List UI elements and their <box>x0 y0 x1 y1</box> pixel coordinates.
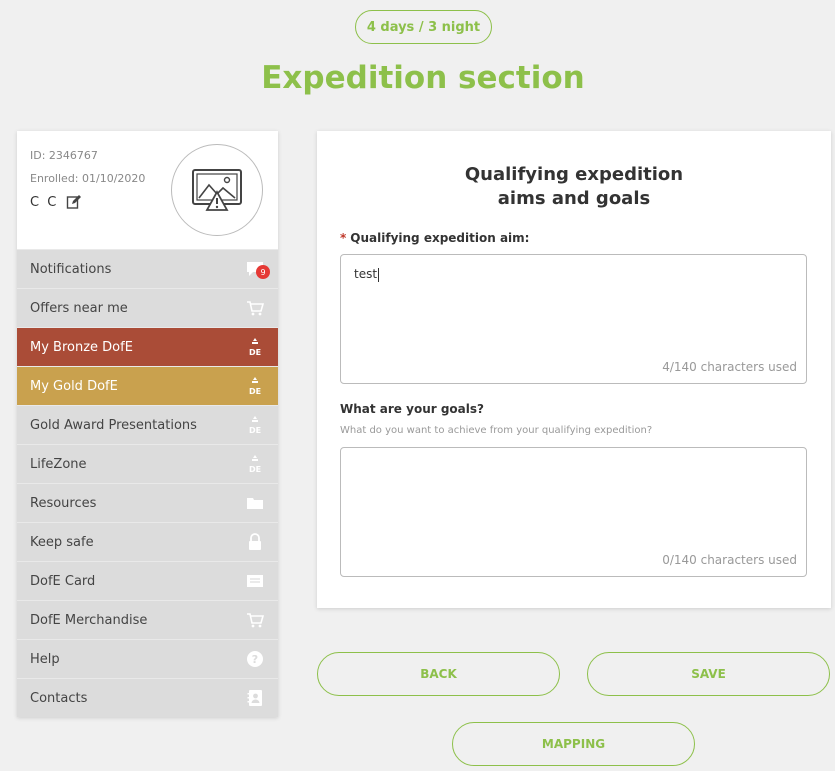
expedition-form-card: Qualifying expedition aims and goals * Qu… <box>317 131 831 608</box>
sidebar-item-keep-safe[interactable]: Keep safe <box>17 522 278 561</box>
help-icon: ? <box>245 649 265 669</box>
edit-icon[interactable] <box>66 194 82 210</box>
sidebar-item-offers[interactable]: Offers near me <box>17 288 278 327</box>
dofe-logo-icon: DE <box>245 454 265 474</box>
svg-text:DE: DE <box>249 387 261 396</box>
image-placeholder-icon <box>192 169 242 211</box>
sidebar-item-gold-award-presentations[interactable]: Gold Award Presentations DE <box>17 405 278 444</box>
svg-text:DE: DE <box>249 348 261 357</box>
sidebar-item-label: DofE Merchandise <box>30 612 148 628</box>
participant-name: C C <box>30 194 59 210</box>
svg-text:DE: DE <box>249 426 261 435</box>
dofe-logo-icon: DE <box>245 376 265 396</box>
sidebar-item-contacts[interactable]: Contacts <box>17 678 278 717</box>
sidebar-item-label: Offers near me <box>30 300 128 316</box>
dofe-logo-icon: DE <box>245 337 265 357</box>
profile-card: ID: 2346767 Enrolled: 01/10/2020 C C <box>17 131 278 249</box>
sidebar-item-label: Contacts <box>30 690 88 706</box>
sidebar-item-label: Keep safe <box>30 534 94 550</box>
sidebar-item-label: LifeZone <box>30 456 87 472</box>
aim-textarea[interactable]: test 4/140 characters used <box>340 254 807 384</box>
form-title-line-1: Qualifying expedition <box>464 164 684 185</box>
sidebar-item-label: Gold Award Presentations <box>30 417 197 433</box>
goals-label: What are your goals? <box>340 402 484 416</box>
sidebar-item-label: My Bronze DofE <box>30 339 133 355</box>
sidebar-item-label: Help <box>30 651 60 667</box>
form-title: Qualifying expedition aims and goals <box>317 163 831 211</box>
folder-icon <box>245 493 265 513</box>
dofe-logo-icon: DE <box>245 415 265 435</box>
goals-hint: What do you want to achieve from your qu… <box>340 425 653 436</box>
sidebar-item-notifications[interactable]: Notifications 9 <box>17 249 278 288</box>
sidebar: ID: 2346767 Enrolled: 01/10/2020 C C Not… <box>17 131 278 717</box>
text-caret <box>378 267 380 282</box>
sidebar-item-label: DofE Card <box>30 573 96 589</box>
sidebar-item-resources[interactable]: Resources <box>17 483 278 522</box>
contacts-icon <box>245 688 265 708</box>
cart-icon <box>245 610 265 630</box>
aim-value: test <box>354 267 378 281</box>
back-button[interactable]: BACK <box>317 652 560 696</box>
sidebar-item-label: Notifications <box>30 261 112 277</box>
notification-count-badge: 9 <box>256 265 270 279</box>
sidebar-item-lifezone[interactable]: LifeZone DE <box>17 444 278 483</box>
required-asterisk: * <box>340 231 347 245</box>
goals-character-counter: 0/140 characters used <box>662 553 797 567</box>
mapping-button[interactable]: MAPPING <box>452 722 695 766</box>
aim-label-text: Qualifying expedition aim: <box>350 231 530 245</box>
sidebar-item-help[interactable]: Help ? <box>17 639 278 678</box>
aim-character-counter: 4/140 characters used <box>662 360 797 374</box>
goals-textarea[interactable]: 0/140 characters used <box>340 447 807 577</box>
sidebar-item-label: Resources <box>30 495 97 511</box>
duration-badge: 4 days / 3 night <box>355 10 492 44</box>
lock-icon <box>245 532 265 552</box>
sidebar-item-dofe-card[interactable]: DofE Card <box>17 561 278 600</box>
svg-text:DE: DE <box>249 465 261 474</box>
chat-icon: 9 <box>245 259 270 279</box>
form-title-line-2: aims and goals <box>497 188 651 209</box>
sidebar-item-my-gold-dofe[interactable]: My Gold DofE DE <box>17 366 278 405</box>
sidebar-item-dofe-merchandise[interactable]: DofE Merchandise <box>17 600 278 639</box>
sidebar-item-label: My Gold DofE <box>30 378 118 394</box>
aim-label: * Qualifying expedition aim: <box>340 231 529 245</box>
avatar[interactable] <box>171 144 263 236</box>
save-button[interactable]: SAVE <box>587 652 830 696</box>
page-title: Expedition section <box>261 60 585 96</box>
svg-text:?: ? <box>252 653 258 666</box>
sidebar-item-my-bronze-dofe[interactable]: My Bronze DofE DE <box>17 327 278 366</box>
card-icon <box>245 571 265 591</box>
cart-icon <box>245 298 265 318</box>
